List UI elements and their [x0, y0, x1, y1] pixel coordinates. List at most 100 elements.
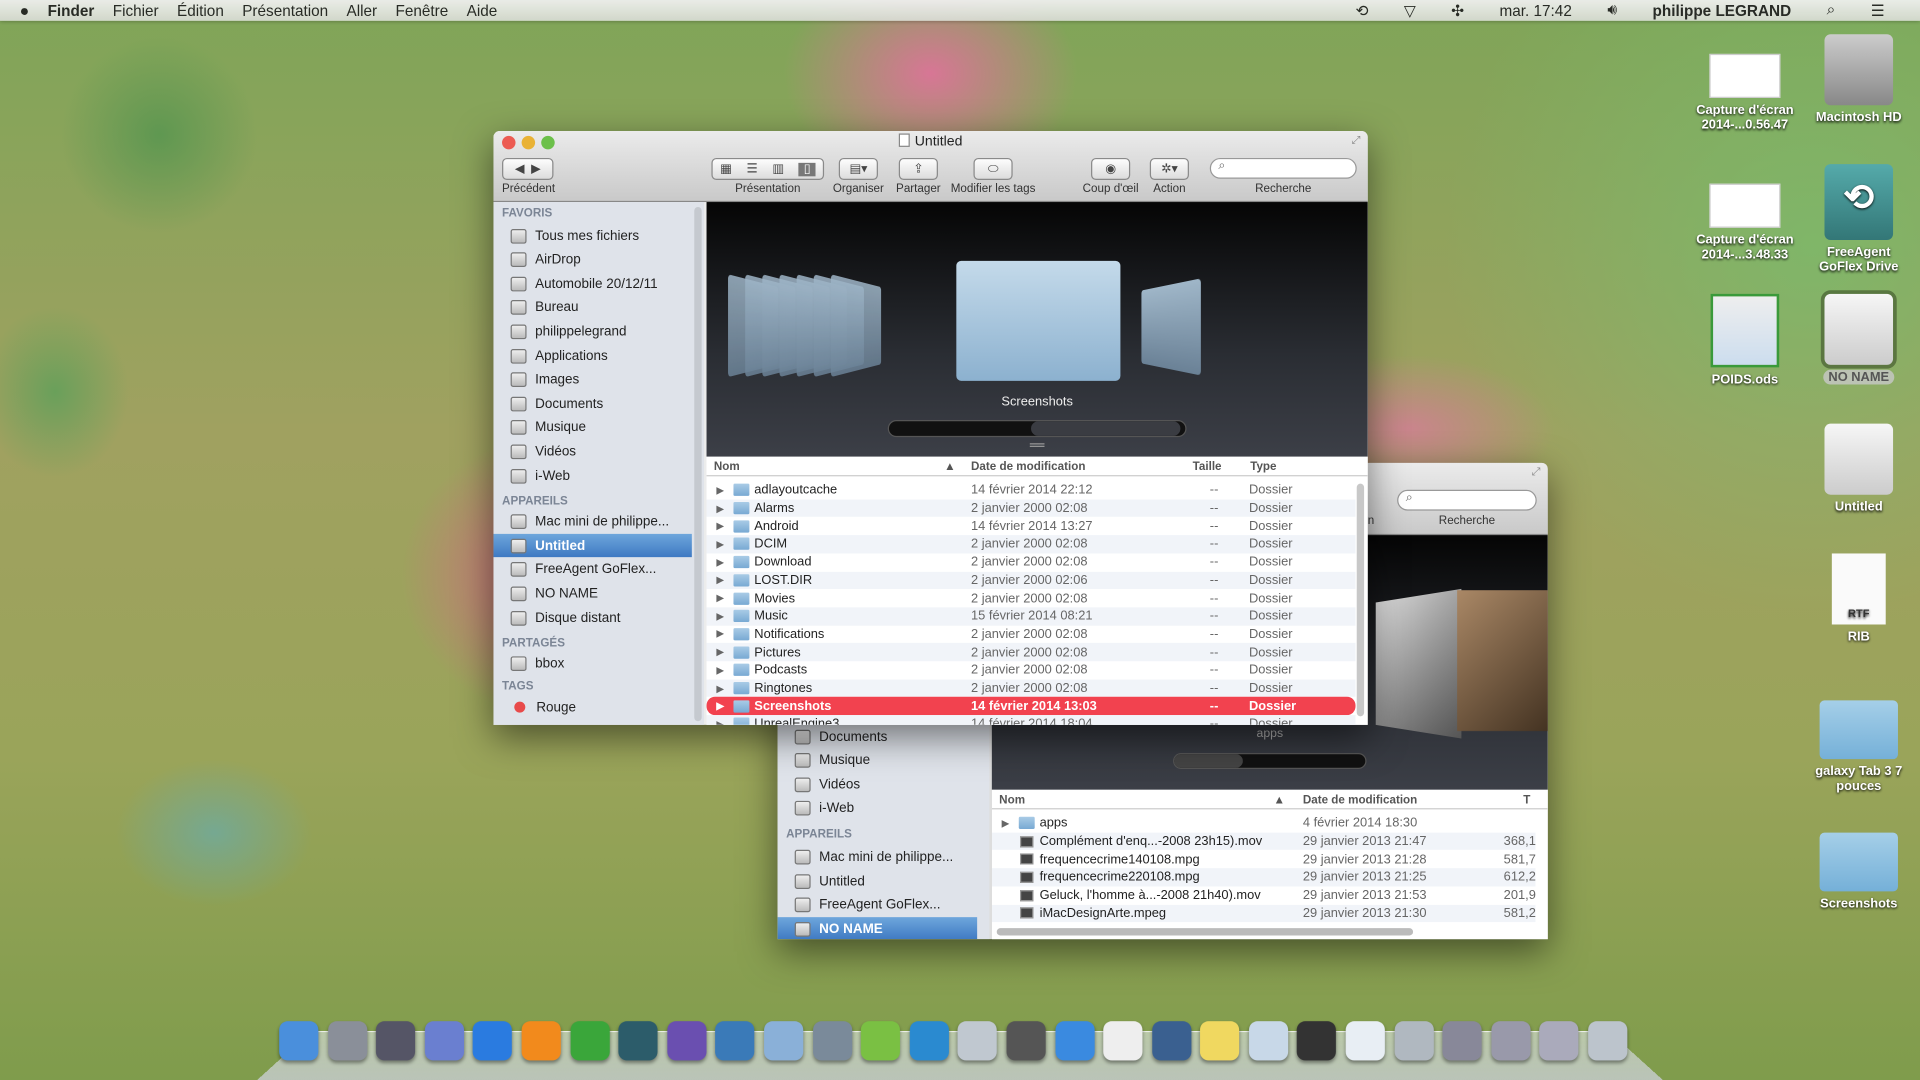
sidebar-item[interactable]: Vidéos [778, 773, 978, 796]
disclosure-triangle-icon[interactable]: ▶ [1002, 818, 1010, 829]
sidebar-item[interactable]: Applications [493, 344, 691, 367]
sidebar-item[interactable]: Documents [778, 725, 978, 748]
table-row[interactable]: ▶ Download 2 janvier 2000 02:08 -- Dossier [707, 553, 1356, 571]
table-row[interactable]: ▶ Ringtones 2 janvier 2000 02:08 -- Dossier [706, 679, 1356, 698]
dock-textedit-icon[interactable] [1103, 1021, 1143, 1061]
table-row[interactable]: ▶ Alarms 2 janvier 2000 02:08 -- Dossier [706, 499, 1356, 518]
wifi-icon[interactable]: ▽ [1404, 1, 1416, 19]
clock[interactable]: mar. 17:42 [1500, 2, 1572, 19]
column-view-icon[interactable]: ▥ [772, 162, 784, 175]
table-row[interactable]: ▶ adlayoutcache 14 février 2014 22:12 -- Dos… [707, 481, 1356, 499]
desktop-icon[interactable]: Capture d'écran 2014-...0.56.47 [1690, 49, 1800, 132]
dock-preview-icon[interactable] [812, 1021, 852, 1061]
menu-presentation[interactable]: Présentation [242, 2, 328, 19]
sidebar-item[interactable]: NO NAME [777, 917, 978, 940]
dock-mail-icon[interactable] [764, 1021, 804, 1061]
sidebar-item[interactable]: Untitled [778, 869, 978, 892]
desktop-icon[interactable]: RTF RIB [1804, 553, 1914, 644]
table-row[interactable]: ▶ Notifications 2 janvier 2000 02:08 -- Doss… [707, 625, 1356, 643]
table-row[interactable]: ▶ UnrealEngine3 14 février 2014 18:04 -- Dos… [706, 715, 1356, 725]
table-row[interactable]: ▶ Pictures 2 janvier 2000 02:08 -- Dossier [706, 643, 1356, 662]
desktop-icon[interactable]: ⟲ FreeAgent GoFlex Drive [1804, 164, 1914, 274]
desktop-icon[interactable]: Untitled [1804, 423, 1914, 514]
back-forward-buttons[interactable]: ◀ ▶ [502, 157, 554, 181]
search-field-back[interactable]: ⌕ [1397, 489, 1537, 511]
menu-finder[interactable]: Finder [48, 2, 95, 19]
apple-menu-icon[interactable]: ● [20, 1, 30, 19]
sidebar-item[interactable]: i-Web [493, 464, 691, 487]
disclosure-triangle-icon[interactable]: ▶ [716, 629, 724, 640]
disclosure-triangle-icon[interactable]: ▶ [716, 539, 724, 550]
desktop-icon[interactable]: Macintosh HD [1804, 34, 1914, 125]
sidebar-item[interactable]: Disque distant [493, 606, 691, 629]
table-row[interactable]: Complément d'enq...-2008 23h15).mov 29 ja… [991, 832, 1536, 851]
dock-itunes-icon[interactable] [473, 1021, 513, 1061]
disclosure-triangle-icon[interactable]: ▶ [716, 593, 724, 604]
user-menu[interactable]: philippe LEGRAND [1653, 2, 1792, 19]
icon-view-icon[interactable]: ▦ [720, 162, 732, 175]
time-machine-icon[interactable]: ⟲ [1356, 1, 1369, 19]
dock-trash-icon[interactable] [1588, 1021, 1628, 1061]
desktop-icon[interactable]: Screenshots [1804, 820, 1914, 911]
sidebar-item[interactable]: i-Web [778, 797, 978, 820]
resize-handle-icon[interactable] [1029, 443, 1045, 447]
volume-icon[interactable]: 🔊︎ [1607, 1, 1617, 19]
disclosure-triangle-icon[interactable]: ▶ [716, 557, 724, 568]
folder-cover-icon[interactable] [830, 274, 882, 378]
view-segmented-control[interactable]: ▦ ☰ ▥ ▯ [711, 157, 825, 181]
disclosure-triangle-icon[interactable]: ▶ [716, 611, 724, 622]
sidebar-item[interactable]: Documents [493, 392, 691, 415]
dock-android-icon[interactable] [860, 1021, 901, 1061]
disclosure-triangle-icon[interactable]: ▶ [716, 647, 724, 658]
dock-window-icon[interactable] [1539, 1021, 1579, 1061]
folder-cover-icon[interactable] [1141, 278, 1201, 376]
column-date[interactable]: Date de modification [971, 460, 1085, 473]
disclosure-triangle-icon[interactable]: ▶ [716, 575, 724, 586]
dock-dashboard-icon[interactable] [376, 1021, 416, 1061]
spotlight-icon[interactable]: ⌕ [1827, 1, 1836, 19]
sidebar-item[interactable]: Musique [778, 749, 978, 772]
dock-preferences-icon[interactable] [1248, 1021, 1289, 1061]
sidebar-item[interactable]: Images [493, 368, 691, 391]
tags-button[interactable]: ⬭ [973, 157, 1013, 181]
disclosure-triangle-icon[interactable]: ▶ [716, 485, 724, 496]
sidebar-item[interactable]: NO NAME [493, 582, 691, 605]
table-row[interactable]: ▶ Music 15 février 2014 08:21 -- Dossier [706, 607, 1356, 626]
table-row[interactable]: frequencecrime220108.mpg 29 janvier 2013 … [991, 868, 1536, 887]
dock-globe-icon[interactable] [909, 1021, 949, 1061]
sidebar-item[interactable]: Vidéos [493, 440, 691, 463]
forward-icon[interactable]: ▶ [531, 162, 540, 175]
sidebar-item[interactable]: philippelegrand [493, 320, 691, 343]
table-row[interactable]: ▶ Movies 2 janvier 2000 02:08 -- Dossier [707, 589, 1356, 607]
dock-app-store-printer-icon[interactable] [1151, 1021, 1192, 1061]
column-date[interactable]: Date de modification [1303, 793, 1417, 806]
table-row[interactable]: ▶ LOST.DIR 2 janvier 2000 02:06 -- Dossier [706, 571, 1356, 590]
sidebar-tag[interactable]: Rouge [493, 696, 691, 719]
table-row[interactable]: ▶ Android 14 février 2014 13:27 -- Dossier [707, 517, 1356, 535]
coverflow-scrollbar[interactable] [1173, 753, 1367, 769]
dock-time-machine-icon[interactable] [618, 1021, 658, 1061]
menu-fichier[interactable]: Fichier [113, 2, 159, 19]
back-icon[interactable]: ◀ [515, 162, 524, 175]
sidebar-item[interactable]: FreeAgent GoFlex... [493, 558, 691, 581]
menu-aide[interactable]: Aide [467, 2, 498, 19]
vertical-scrollbar[interactable] [1356, 483, 1365, 717]
table-row[interactable]: frequencecrime140108.mpg 29 janvier 2013 … [992, 850, 1536, 868]
menu-fenetre[interactable]: Fenêtre [396, 2, 449, 19]
notification-center-icon[interactable]: ☰ [1871, 1, 1885, 19]
sidebar-item[interactable]: Untitled [493, 534, 692, 558]
sidebar-item[interactable]: Bureau [493, 296, 691, 319]
disclosure-triangle-icon[interactable]: ▶ [716, 521, 724, 532]
table-row[interactable]: ▶ DCIM 2 janvier 2000 02:08 -- Dossier [706, 535, 1356, 554]
desktop-icon[interactable]: galaxy Tab 3 7 pouces [1804, 688, 1914, 793]
column-taille[interactable]: T [1523, 793, 1530, 806]
fullscreen-icon[interactable]: ⤢ [1532, 465, 1541, 478]
column-nom[interactable]: Nom [999, 793, 1025, 806]
dock-finder-icon[interactable] [279, 1021, 319, 1061]
finder-window-front[interactable]: Untitled ⤢ ◀ ▶ Précédent ▦ ☰ ▥ ▯ Présentati… [493, 131, 1368, 725]
table-row[interactable]: ▶ Podcasts 2 janvier 2000 02:08 -- Dossier [707, 661, 1356, 679]
dock-tool-icon[interactable] [957, 1021, 998, 1061]
dock-facetime-icon[interactable] [1006, 1021, 1046, 1061]
sort-arrow-icon[interactable]: ▲ [944, 460, 956, 473]
sidebar-scrollbar[interactable] [694, 206, 702, 722]
